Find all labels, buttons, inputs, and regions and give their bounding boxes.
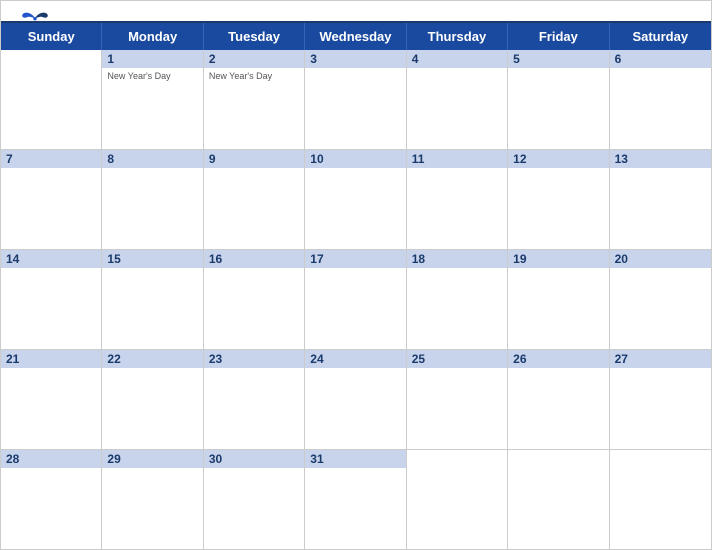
day-number: 29 — [102, 450, 202, 468]
day-cell: 31 — [305, 450, 406, 549]
day-event: New Year's Day — [107, 71, 197, 82]
day-cell: 30 — [204, 450, 305, 549]
day-number: 1 — [102, 50, 202, 68]
day-cell: 17 — [305, 250, 406, 349]
day-header-thursday: Thursday — [407, 23, 508, 50]
day-headers-row: SundayMondayTuesdayWednesdayThursdayFrid… — [1, 23, 711, 50]
day-cell: 18 — [407, 250, 508, 349]
day-number: 6 — [610, 50, 711, 68]
day-number: 30 — [204, 450, 304, 468]
day-number: 9 — [204, 150, 304, 168]
weeks-container: 1New Year's Day2New Year's Day3456789101… — [1, 50, 711, 549]
day-cell: 6 — [610, 50, 711, 149]
day-header-saturday: Saturday — [610, 23, 711, 50]
day-number: 2 — [204, 50, 304, 68]
day-number: 22 — [102, 350, 202, 368]
day-number: 14 — [1, 250, 101, 268]
day-header-wednesday: Wednesday — [305, 23, 406, 50]
day-cell: 25 — [407, 350, 508, 449]
day-cell: 2 New Year's Day — [204, 50, 305, 149]
day-cell: 9 — [204, 150, 305, 249]
day-number: 28 — [1, 450, 101, 468]
day-cell: 19 — [508, 250, 609, 349]
day-number: 4 — [407, 50, 507, 68]
logo-icon — [21, 9, 49, 27]
day-number: 31 — [305, 450, 405, 468]
day-number: 20 — [610, 250, 711, 268]
day-cell: 10 — [305, 150, 406, 249]
day-cell: 4 — [407, 50, 508, 149]
day-cell: 16 — [204, 250, 305, 349]
day-number: 25 — [407, 350, 507, 368]
day-number: 21 — [1, 350, 101, 368]
day-number: 17 — [305, 250, 405, 268]
week-row-4: 21222324252627 — [1, 350, 711, 450]
day-number: 3 — [305, 50, 405, 68]
day-number: 10 — [305, 150, 405, 168]
day-header-tuesday: Tuesday — [204, 23, 305, 50]
week-row-3: 14151617181920 — [1, 250, 711, 350]
day-number: 13 — [610, 150, 711, 168]
day-number: 24 — [305, 350, 405, 368]
day-cell: 27 — [610, 350, 711, 449]
day-cell: 24 — [305, 350, 406, 449]
day-cell: 13 — [610, 150, 711, 249]
day-cell — [407, 450, 508, 549]
day-cell: 28 — [1, 450, 102, 549]
day-cell: 22 — [102, 350, 203, 449]
day-cell: 20 — [610, 250, 711, 349]
day-cell: 11 — [407, 150, 508, 249]
day-header-friday: Friday — [508, 23, 609, 50]
day-cell: 23 — [204, 350, 305, 449]
day-number: 19 — [508, 250, 608, 268]
logo — [21, 9, 49, 28]
day-number: 5 — [508, 50, 608, 68]
day-number: 8 — [102, 150, 202, 168]
day-number: 26 — [508, 350, 608, 368]
day-cell — [508, 450, 609, 549]
day-cell: 29 — [102, 450, 203, 549]
day-number: 23 — [204, 350, 304, 368]
day-cell: 21 — [1, 350, 102, 449]
day-cell: 12 — [508, 150, 609, 249]
day-cell — [1, 50, 102, 149]
day-number: 16 — [204, 250, 304, 268]
day-number: 18 — [407, 250, 507, 268]
day-event: New Year's Day — [209, 71, 299, 82]
day-header-sunday: Sunday — [1, 23, 102, 50]
day-cell: 8 — [102, 150, 203, 249]
day-header-monday: Monday — [102, 23, 203, 50]
calendar-header — [1, 1, 711, 21]
day-cell: 5 — [508, 50, 609, 149]
day-cell: 7 — [1, 150, 102, 249]
day-cell — [610, 450, 711, 549]
week-row-1: 1 New Year's Day 2 New Year's Day 3456 — [1, 50, 711, 150]
week-row-2: 78910111213 — [1, 150, 711, 250]
day-number: 12 — [508, 150, 608, 168]
day-cell: 1 New Year's Day — [102, 50, 203, 149]
day-number: 27 — [610, 350, 711, 368]
week-row-5: 28293031 — [1, 450, 711, 549]
day-cell: 3 — [305, 50, 406, 149]
day-number: 7 — [1, 150, 101, 168]
day-cell: 15 — [102, 250, 203, 349]
day-number: 15 — [102, 250, 202, 268]
calendar-grid: SundayMondayTuesdayWednesdayThursdayFrid… — [1, 21, 711, 549]
day-number: 11 — [407, 150, 507, 168]
calendar-container: SundayMondayTuesdayWednesdayThursdayFrid… — [0, 0, 712, 550]
day-cell: 14 — [1, 250, 102, 349]
day-cell: 26 — [508, 350, 609, 449]
